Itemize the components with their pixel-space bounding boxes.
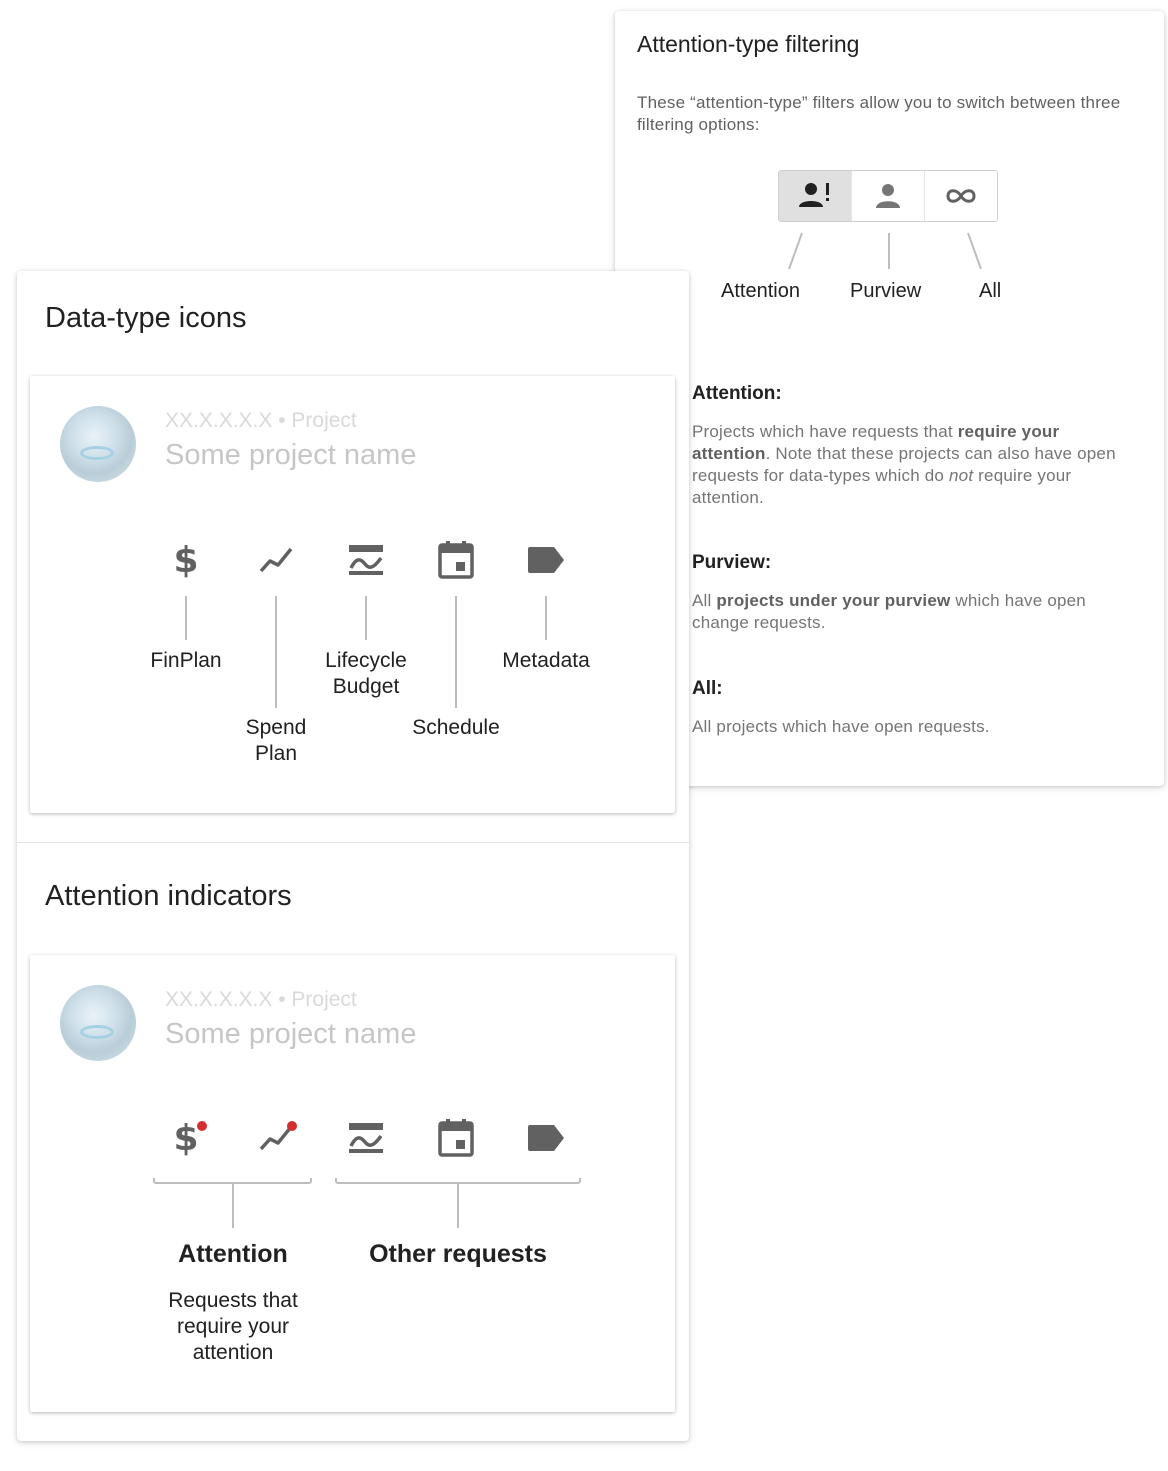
purview-description: All projects under your purview which ha… <box>692 591 1086 632</box>
connector-attention <box>232 1184 234 1228</box>
attention-filter-card: Attention-type filtering These “attentio… <box>615 11 1164 786</box>
label-metadata: Metadata <box>502 649 590 672</box>
calendar-icon <box>436 540 476 580</box>
all-heading: All: <box>692 678 723 699</box>
legend-card: Data-type icons XX.X.X.X.X • Project Som… <box>17 271 689 1441</box>
attention-description: Requests that require your attention <box>168 1289 298 1364</box>
project-card-attention: XX.X.X.X.X • Project Some project name $… <box>30 955 675 1412</box>
project-subtitle: XX.X.X.X.X • Project <box>165 409 357 432</box>
toggle-purview[interactable] <box>851 171 924 221</box>
attention-section-title: Attention indicators <box>45 880 292 912</box>
option-label-purview: Purview <box>850 280 922 302</box>
purview-heading: Purview: <box>692 552 772 573</box>
attention-description: Projects which have requests that requir… <box>692 422 1116 507</box>
connector-spend-plan <box>275 596 277 708</box>
budget-curve-icon <box>346 540 386 580</box>
attention-type-toggle-group <box>778 170 998 222</box>
person-icon <box>876 184 900 208</box>
avatar <box>60 406 136 482</box>
label-lifecycle-budget: Lifecycle Budget <box>325 649 407 698</box>
other-requests-label: Other requests <box>369 1240 547 1268</box>
calendar-icon <box>436 1118 476 1158</box>
attention-dot <box>197 1121 207 1131</box>
infinity-icon <box>946 189 976 203</box>
label-finplan: FinPlan <box>150 649 222 672</box>
attention-label: Attention <box>178 1240 288 1268</box>
attention-dot <box>287 1121 297 1131</box>
dollar-icon: $ <box>173 539 199 581</box>
project-name: Some project name <box>165 439 417 471</box>
connector-finplan <box>185 596 187 640</box>
project-subtitle: XX.X.X.X.X • Project <box>165 988 357 1011</box>
budget-curve-icon <box>346 1118 386 1158</box>
trend-line-icon <box>256 540 296 580</box>
filter-intro: These “attention-type” filters allow you… <box>637 93 1121 134</box>
label-tag-icon <box>526 1118 566 1158</box>
project-name: Some project name <box>165 1018 417 1050</box>
project-card-datatype: XX.X.X.X.X • Project Some project name $… <box>30 376 675 813</box>
connector-metadata <box>545 596 547 640</box>
option-label-all: All <box>979 280 1002 302</box>
connector-lifecycle-budget <box>365 596 367 640</box>
attention-heading: Attention: <box>692 383 782 404</box>
label-spend-plan: Spend Plan <box>245 716 307 765</box>
label-schedule: Schedule <box>412 716 500 739</box>
person-alert-icon <box>799 183 829 207</box>
toggle-attention[interactable] <box>779 171 851 221</box>
connector-schedule <box>455 596 457 708</box>
all-description: All projects which have open requests. <box>692 717 990 736</box>
connector-other-requests <box>457 1184 459 1228</box>
toggle-all[interactable] <box>924 171 997 221</box>
datatype-section-title: Data-type icons <box>45 302 247 334</box>
card-title: Attention-type filtering <box>637 31 860 57</box>
label-tag-icon <box>526 540 566 580</box>
avatar <box>60 985 136 1061</box>
section-divider <box>17 842 689 843</box>
option-label-attention: Attention <box>721 280 800 302</box>
